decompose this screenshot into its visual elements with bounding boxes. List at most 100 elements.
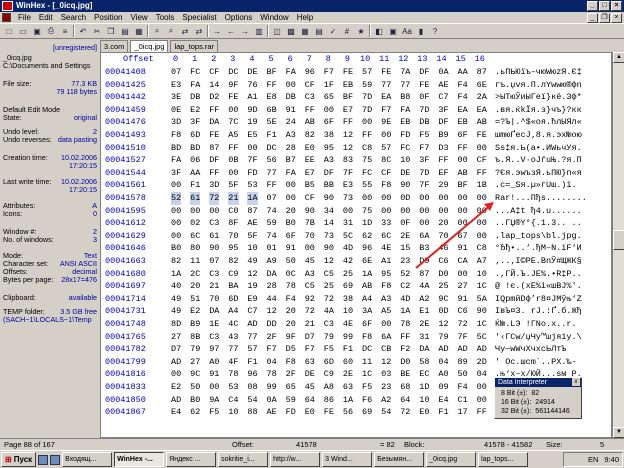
hex-byte[interactable]: AA xyxy=(458,66,468,79)
hex-byte[interactable]: 75 xyxy=(362,154,372,167)
hex-byte[interactable]: 40 xyxy=(171,280,181,293)
hex-byte[interactable]: 00 xyxy=(209,381,219,394)
hex-byte[interactable]: DC xyxy=(362,343,372,356)
hex-byte[interactable]: F6 xyxy=(362,394,372,407)
hex-byte[interactable]: 27 xyxy=(190,356,200,369)
hex-byte[interactable]: 12 xyxy=(343,142,353,155)
hex-byte[interactable]: 50 xyxy=(190,381,200,394)
hex-byte[interactable]: E7 xyxy=(305,167,315,180)
back-icon[interactable]: ← xyxy=(225,25,237,37)
forward-icon[interactable]: → xyxy=(239,25,251,37)
hex-byte[interactable]: 79 xyxy=(190,343,200,356)
properties-icon[interactable]: ≡ xyxy=(59,25,71,37)
hex-byte[interactable]: C3 xyxy=(305,91,315,104)
hex-byte[interactable]: C7 xyxy=(438,91,448,104)
hex-byte[interactable]: 5F xyxy=(247,230,257,243)
hex-byte[interactable]: 10 xyxy=(477,268,487,281)
winhex-app-icon[interactable] xyxy=(2,1,13,11)
hex-byte[interactable]: 53 xyxy=(228,381,238,394)
hex-byte[interactable]: AE xyxy=(267,406,277,419)
hex-row[interactable]: 00041595 00 00 00 C0 87 74 20 90 34 00 75 00 00 00 00 00… xyxy=(101,205,611,218)
hex-byte[interactable]: C9 xyxy=(228,268,238,281)
hex-row[interactable]: 00041442 3E DB D2 FE A1 E8 DB C3 65 BF 7D EA B8 0F C7 F4… xyxy=(101,91,611,104)
disk-icon[interactable]: ◫ xyxy=(271,25,283,37)
hex-byte[interactable]: 04 xyxy=(477,368,487,381)
undo-icon[interactable]: ↶ xyxy=(77,25,89,37)
open-icon[interactable]: ▭ xyxy=(17,25,29,37)
hex-byte[interactable]: 95 xyxy=(228,242,238,255)
hex-byte[interactable]: 00 xyxy=(247,142,257,155)
row-text[interactable]: .ьПЬЮїъ–чюWюzЯ.Є‡ xyxy=(495,66,582,79)
hex-byte[interactable]: EB xyxy=(343,79,353,92)
hex-byte[interactable]: 91 xyxy=(286,104,296,117)
ram-icon[interactable]: ▩ xyxy=(285,25,297,37)
hex-byte[interactable]: 12 xyxy=(247,268,257,281)
hex-byte[interactable]: AD xyxy=(247,318,257,331)
hex-byte[interactable]: 6C xyxy=(190,230,200,243)
menu-specialist[interactable]: Specialist xyxy=(178,13,220,22)
menu-position[interactable]: Position xyxy=(90,13,126,22)
row-text[interactable]: ?Єя.эwъзЯ.ьПЮ}п«я xyxy=(495,167,582,180)
hex-byte[interactable]: AA xyxy=(190,167,200,180)
hex-byte[interactable]: 78 xyxy=(267,368,277,381)
checksum-icon[interactable]: ✓ xyxy=(327,25,339,37)
hex-byte[interactable]: 00 xyxy=(209,205,219,218)
hex-byte[interactable]: 00 xyxy=(381,129,391,142)
hex-byte[interactable]: C6 xyxy=(438,255,448,268)
hex-byte[interactable]: FF xyxy=(343,116,353,129)
hex-byte[interactable]: 1F xyxy=(324,79,334,92)
hex-byte[interactable]: 00 xyxy=(286,79,296,92)
row-text[interactable]: @ !є.(xЕ%i«шВJ%'. xyxy=(495,280,582,293)
hex-byte[interactable]: 8D xyxy=(171,318,181,331)
hex-byte[interactable]: 3F xyxy=(171,167,181,180)
row-text[interactable]: ъ.Я..V·оЈѓuЊ.?я.П xyxy=(495,154,582,167)
hex-byte[interactable]: EC xyxy=(419,368,429,381)
hex-byte[interactable]: C2 xyxy=(400,280,410,293)
hex-byte[interactable]: A2 xyxy=(419,293,429,306)
row-text[interactable]: .с=_Sя.µ»гUш.)ї. xyxy=(495,179,577,192)
hex-byte[interactable]: 00 xyxy=(477,217,487,230)
hex-byte[interactable]: 96 xyxy=(247,368,257,381)
hex-byte[interactable]: FA xyxy=(400,104,410,117)
doc-close-button[interactable]: × xyxy=(611,13,622,23)
hex-byte[interactable]: 00 xyxy=(381,318,391,331)
case-icon[interactable]: Aa xyxy=(401,25,413,37)
hex-byte[interactable]: 59 xyxy=(362,79,372,92)
hex-byte[interactable]: 23 xyxy=(400,255,410,268)
hex-byte[interactable]: 04 xyxy=(267,356,277,369)
hex-byte[interactable]: 00 xyxy=(286,192,296,205)
hex-byte[interactable]: 91 xyxy=(458,242,468,255)
tab-lap-tops-rar[interactable]: lap_tops.rar xyxy=(170,40,219,52)
hex-byte[interactable]: F2 xyxy=(400,343,410,356)
hex-byte[interactable]: 77 xyxy=(247,331,257,344)
hex-byte[interactable]: 5E xyxy=(267,116,277,129)
hex-byte[interactable]: F1 xyxy=(343,343,353,356)
hex-byte[interactable]: 69 xyxy=(362,406,372,419)
hex-byte[interactable]: 00 xyxy=(381,205,391,218)
hex-byte[interactable]: C4 xyxy=(228,394,238,407)
hex-byte[interactable]: F8 xyxy=(171,129,181,142)
hex-byte[interactable]: 0E xyxy=(171,104,181,117)
hex-row[interactable]: 00041629 00 6C 61 70 5F 74 6F 70 73 5C 62 6C 2E 6A 70 67… xyxy=(101,230,611,243)
hex-byte[interactable]: 5F xyxy=(228,179,238,192)
hex-byte[interactable]: 5C xyxy=(477,331,487,344)
hex-byte[interactable]: 25 xyxy=(324,280,334,293)
hex-byte[interactable]: FF xyxy=(209,167,219,180)
hex-row[interactable]: 00041782 D7 79 97 77 57 F7 D5 F7 F5 F1 DC CB F2 DA AD AD… xyxy=(101,343,611,356)
close-button[interactable]: × xyxy=(611,1,622,11)
hex-byte[interactable]: 82 xyxy=(171,255,181,268)
hex-byte[interactable]: 7D xyxy=(362,104,372,117)
document-icon[interactable] xyxy=(2,13,11,22)
row-text[interactable]: ‚..‚I©PE.BnЎ#ЩЖК§ xyxy=(495,255,582,268)
hex-byte[interactable]: 19 xyxy=(247,116,257,129)
hex-byte[interactable]: 27 xyxy=(171,331,181,344)
hex-byte[interactable]: 00 xyxy=(438,205,448,218)
hex-byte[interactable]: 65 xyxy=(286,381,296,394)
hex-byte[interactable]: 8B xyxy=(190,331,200,344)
hex-byte[interactable]: 49 xyxy=(171,305,181,318)
vertical-scrollbar[interactable]: ▲ ▼ xyxy=(612,52,624,438)
hex-byte[interactable]: 00 xyxy=(171,205,181,218)
hex-byte[interactable]: 8F xyxy=(228,217,238,230)
hex-byte[interactable]: FF xyxy=(458,142,468,155)
replace-icon[interactable]: ⇄ xyxy=(179,25,191,37)
